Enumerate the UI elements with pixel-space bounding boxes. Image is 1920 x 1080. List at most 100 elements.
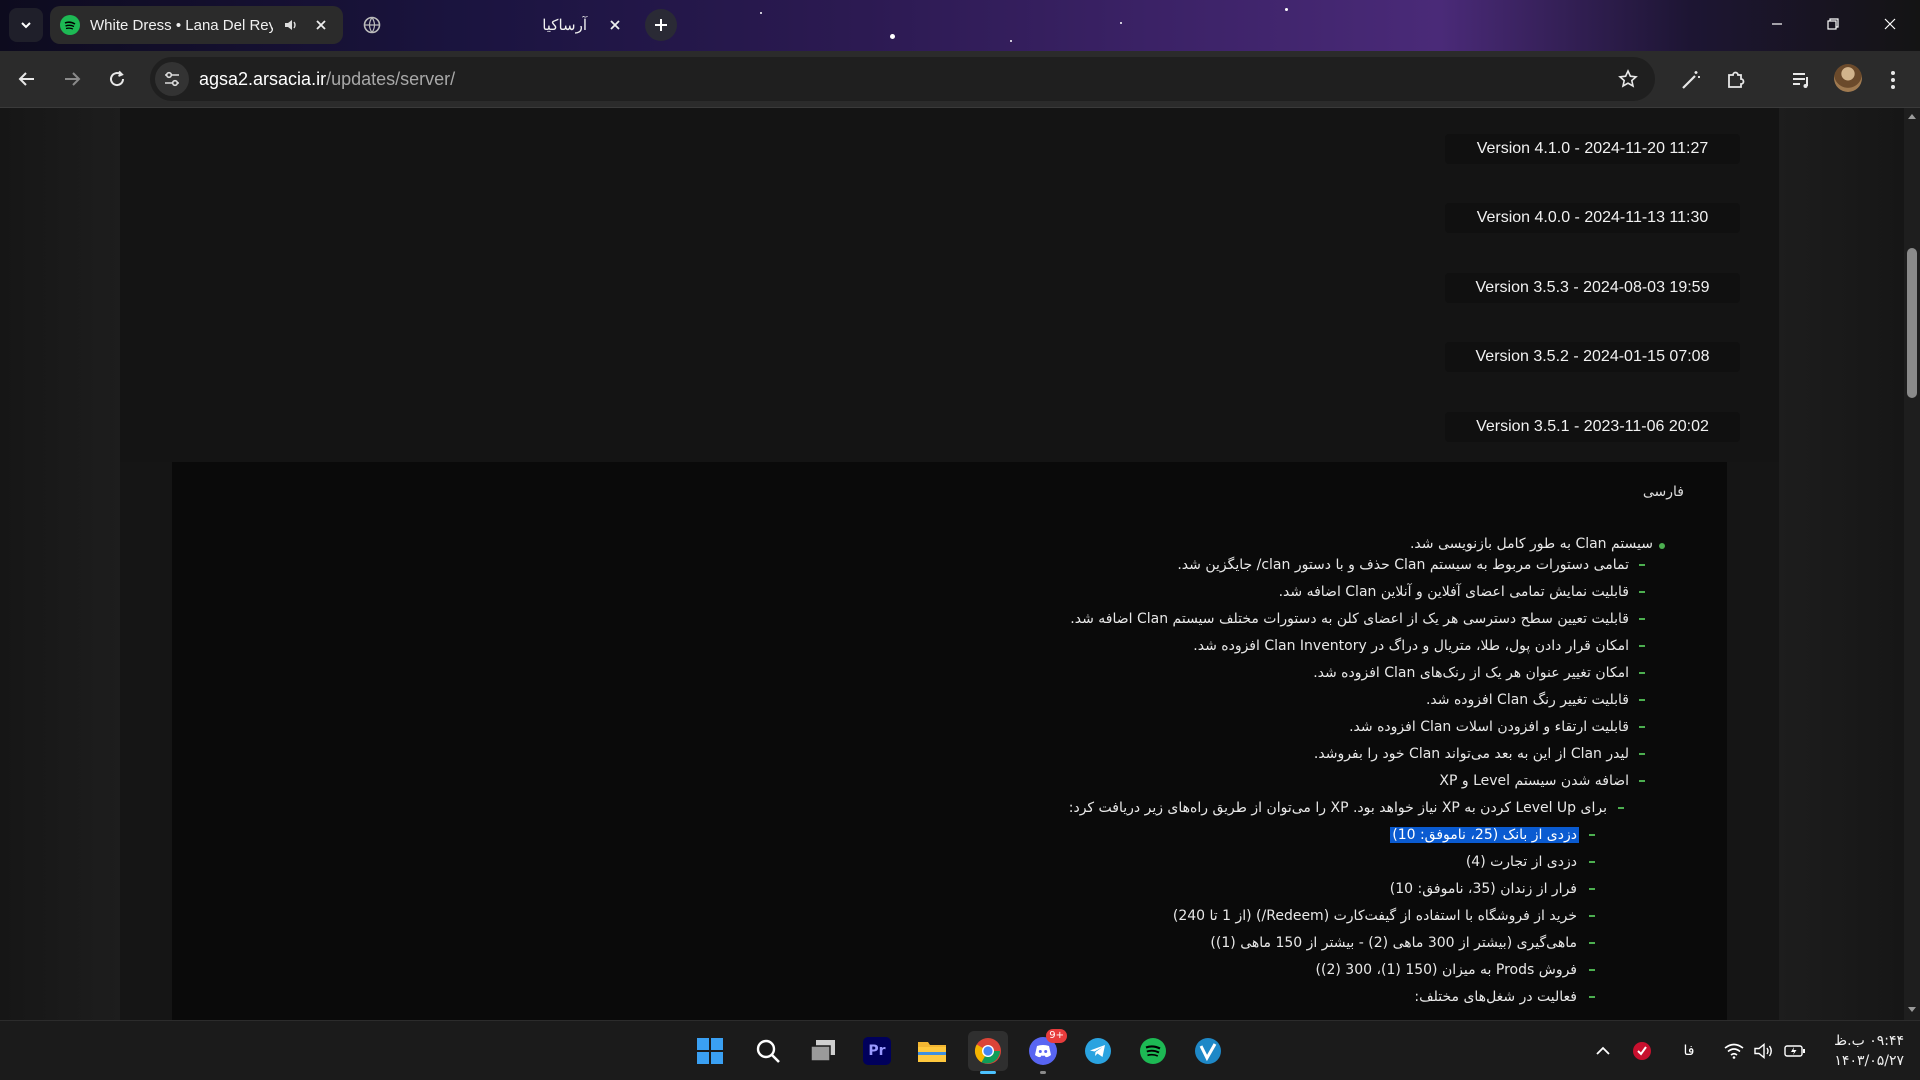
telegram-app[interactable] <box>1078 1031 1118 1071</box>
site-info-button[interactable] <box>155 62 189 96</box>
task-view-button[interactable] <box>803 1031 843 1071</box>
running-indicator <box>1040 1071 1046 1074</box>
close-window-button[interactable] <box>1868 6 1912 42</box>
dash-icon <box>1639 645 1645 647</box>
magic-wand-button[interactable] <box>1674 63 1708 97</box>
reload-icon <box>110 70 125 87</box>
file-explorer-icon <box>918 1042 946 1062</box>
windows-start-button[interactable] <box>690 1031 730 1071</box>
chrome-icon <box>974 1038 1001 1064</box>
forward-button[interactable] <box>55 62 89 96</box>
list-item: قابلیت تغییر رنگ Clan افزوده شد. <box>1425 692 1629 708</box>
scroll-down-icon[interactable] <box>1907 1006 1917 1014</box>
notification-badge: 9+ <box>1046 1029 1067 1043</box>
file-explorer-app[interactable] <box>912 1031 952 1071</box>
tab-arsacia[interactable]: آرساکیا <box>352 6 637 44</box>
dash-icon <box>1589 969 1595 971</box>
tab-title: White Dress • Lana Del Rey <box>90 16 273 34</box>
selected-text[interactable]: دزدی از بانک (25، ناموفق: 10) <box>1390 827 1579 843</box>
extensions-button[interactable] <box>1719 63 1753 97</box>
list-item: دزدی از تجارت (4) <box>1465 854 1577 870</box>
dash-icon <box>1589 915 1595 917</box>
tab-search-button[interactable] <box>9 8 43 42</box>
chrome-app[interactable] <box>968 1031 1008 1074</box>
dash-icon <box>1639 699 1645 701</box>
clock-time: ۰۹:۴۴ ب.ظ <box>1834 1033 1904 1049</box>
task-view-icon <box>810 1040 835 1062</box>
version-item[interactable]: Version 4.1.0 - 2024-11-20 11:27 <box>1445 134 1740 164</box>
dash-icon <box>1589 888 1595 890</box>
vpn-icon <box>1195 1038 1221 1064</box>
spotify-app[interactable] <box>1133 1031 1173 1071</box>
version-item[interactable]: Version 3.5.3 - 2024-08-03 19:59 <box>1445 273 1740 303</box>
wallpaper-star <box>1010 40 1012 42</box>
browser-toolbar: agsa2.arsacia.ir/updates/server/ <box>0 51 1920 108</box>
changelog-panel: فارسی سیستم Clan به طور کامل بازنویسی شد… <box>172 462 1727 1020</box>
dash-icon <box>1589 834 1595 836</box>
bookmark-button[interactable] <box>1613 64 1643 94</box>
version-item[interactable]: Version 4.0.0 - 2024-11-13 11:30 <box>1445 203 1740 233</box>
antivirus-tray-icon[interactable] <box>1630 1039 1654 1063</box>
url-path: /updates/server/ <box>326 68 456 89</box>
volume-icon[interactable] <box>1752 1039 1776 1063</box>
close-icon[interactable] <box>309 13 333 37</box>
list-item: فعالیت در شغل‌های مختلف: <box>1414 989 1577 1005</box>
minimize-button[interactable] <box>1755 6 1799 42</box>
list-item: امکان قرار دادن پول، طلا، متریال و دراگ … <box>1193 638 1629 654</box>
list-item: اضافه شدن سیستم Level و XP <box>1439 773 1629 789</box>
dash-icon <box>1639 780 1645 782</box>
versions-list: Version 4.1.0 - 2024-11-20 11:27 Version… <box>120 108 1779 462</box>
dash-icon <box>1639 564 1645 566</box>
minimize-icon <box>1772 23 1782 25</box>
media-controls-button[interactable] <box>1784 63 1818 97</box>
show-hidden-icons-button[interactable] <box>1591 1039 1615 1063</box>
page-margin-right <box>1779 108 1904 1020</box>
search-button[interactable] <box>748 1031 788 1071</box>
profile-avatar[interactable] <box>1834 64 1862 92</box>
premiere-pro-app[interactable]: Pr <box>857 1031 897 1071</box>
list-item: قابلیت تعیین سطح دسترسی هر یک از اعضای ک… <box>1070 611 1629 627</box>
wallpaper-star <box>1120 22 1122 24</box>
more-vertical-icon <box>1891 71 1895 89</box>
arrow-left-icon <box>18 72 34 86</box>
menu-button[interactable] <box>1876 63 1910 97</box>
discord-app[interactable]: 9+ <box>1023 1029 1067 1074</box>
scroll-up-icon[interactable] <box>1907 112 1917 120</box>
speaker-icon[interactable] <box>279 13 303 37</box>
restore-icon <box>1827 18 1839 30</box>
updates-container: Version 4.1.0 - 2024-11-20 11:27 Version… <box>120 108 1779 1020</box>
vpn-app[interactable] <box>1188 1031 1228 1071</box>
list-item: امکان تغییر عنوان هر یک از رنک‌های Clan … <box>1313 665 1629 681</box>
address-bar[interactable]: agsa2.arsacia.ir/updates/server/ <box>150 57 1655 101</box>
spotify-icon <box>60 15 80 35</box>
close-icon[interactable] <box>603 13 627 37</box>
magic-wand-icon <box>1682 71 1700 89</box>
restore-button[interactable] <box>1811 6 1855 42</box>
close-icon <box>1884 18 1896 30</box>
browser-title-bar: White Dress • Lana Del Rey آرساکیا <box>0 0 1920 51</box>
wifi-icon[interactable] <box>1722 1039 1746 1063</box>
page-scrollbar[interactable] <box>1904 108 1920 1020</box>
version-item[interactable]: Version 3.5.2 - 2024-01-15 07:08 <box>1445 342 1740 372</box>
playlist-icon <box>1793 73 1808 88</box>
tab-white-dress[interactable]: White Dress • Lana Del Rey <box>50 6 343 44</box>
url-text: agsa2.arsacia.ir/updates/server/ <box>199 69 455 90</box>
input-language-button[interactable]: فا <box>1676 1039 1702 1063</box>
new-tab-button[interactable] <box>645 9 677 41</box>
star-icon <box>1618 69 1638 88</box>
dash-icon <box>1589 942 1595 944</box>
wallpaper-star <box>1285 8 1288 11</box>
tab-title: آرساکیا <box>542 17 587 34</box>
discord-icon: 9+ <box>1029 1029 1067 1065</box>
system-clock[interactable]: ۰۹:۴۴ ب.ظ ۱۴۰۳/۰۵/۲۷ <box>1794 1031 1904 1071</box>
list-item: خرید از فروشگاه با استفاده از گیفت‌کارت … <box>1172 908 1577 924</box>
shield-check-icon <box>1633 1042 1651 1060</box>
back-button[interactable] <box>10 62 44 96</box>
reload-button[interactable] <box>100 62 134 96</box>
list-item: ماهی‌گیری (بیشتر از 300 ماهی (2) - بیشتر… <box>1210 935 1577 951</box>
list-item: تمامی دستورات مربوط به سیستم Clan حذف و … <box>1177 557 1629 573</box>
spotify-icon <box>1140 1038 1166 1064</box>
dash-icon <box>1618 807 1624 809</box>
version-item[interactable]: Version 3.5.1 - 2023-11-06 20:02 <box>1445 412 1740 442</box>
scroll-thumb[interactable] <box>1907 248 1917 398</box>
